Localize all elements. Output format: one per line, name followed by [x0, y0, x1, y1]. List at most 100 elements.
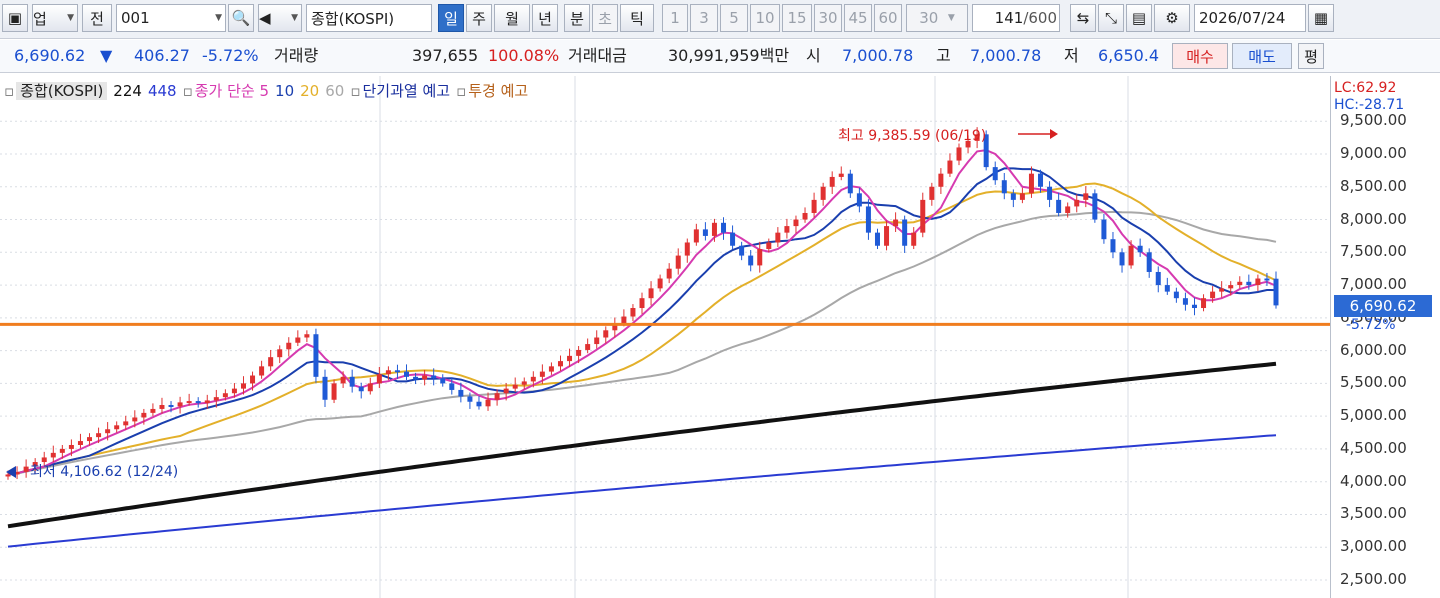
- legend-symbol: 종합(KOSPI): [16, 82, 108, 100]
- price-chart[interactable]: [0, 76, 1330, 598]
- interval-60[interactable]: 60: [874, 4, 902, 32]
- candle-body: [992, 167, 998, 181]
- candle-body: [440, 378, 446, 384]
- y-tick-label: 8,500.00: [1340, 176, 1407, 195]
- code-input[interactable]: 001: [116, 4, 226, 32]
- interval-30[interactable]: 30: [814, 4, 842, 32]
- legend-marker: ▫: [350, 82, 361, 100]
- candle-body: [1001, 180, 1007, 194]
- candle-body: [1137, 245, 1143, 253]
- compare-icon[interactable]: ⤡: [1098, 4, 1124, 32]
- candle-body: [1201, 298, 1207, 309]
- period-month[interactable]: 월: [494, 4, 530, 32]
- candle-body: [159, 405, 165, 409]
- candle-body: [114, 425, 120, 430]
- period-minute[interactable]: 분: [564, 4, 590, 32]
- calendar-icon[interactable]: ▦: [1308, 4, 1334, 32]
- candle-body: [630, 308, 636, 317]
- candle-body: [1255, 278, 1261, 286]
- candle-body: [802, 212, 808, 220]
- candle-body: [150, 408, 156, 413]
- candle-body: [1228, 285, 1234, 289]
- candle-body: [1210, 291, 1216, 299]
- candle-body: [784, 226, 790, 233]
- save-icon[interactable]: ▤: [1126, 4, 1152, 32]
- candle-body: [721, 222, 727, 233]
- candle-body: [856, 193, 862, 207]
- candle-body: [349, 376, 355, 387]
- count-select[interactable]: 30 ▼: [906, 4, 968, 32]
- toolbar: ▣ 업 전 001 🔍 ◀ 종합(KOSPI) 일 주 월 년 분 초 틱 1 …: [0, 0, 1440, 39]
- high-value: 7,000.78: [970, 46, 1042, 65]
- candle-body: [23, 466, 29, 472]
- interval-10[interactable]: 10: [750, 4, 780, 32]
- candle-body: [530, 376, 536, 382]
- chart-legend: ▫ 종합(KOSPI) 224 448 ▫ 종가 단순 5 10 20 60 ▫ 단기과열 예고 ▫ 투…: [0, 78, 534, 104]
- candle-body: [87, 437, 93, 442]
- period-year[interactable]: 년: [532, 4, 558, 32]
- bar-count-field[interactable]: 141/600: [972, 4, 1060, 32]
- buy-button[interactable]: 매수: [1172, 43, 1228, 69]
- volume-value: 397,655: [412, 46, 479, 65]
- change-value: 406.27: [134, 46, 190, 65]
- current-pct-label: -5.72%: [1346, 317, 1396, 333]
- period-tick[interactable]: 틱: [620, 4, 654, 32]
- amount-label: 거래대금: [568, 46, 627, 65]
- count-value: 30: [919, 9, 939, 27]
- candle-body: [195, 401, 201, 404]
- y-tick-label: 7,000.00: [1340, 275, 1407, 294]
- open-value: 7,000.78: [842, 46, 914, 65]
- candle-body: [68, 444, 74, 449]
- hc-label: HC:-28.71: [1334, 97, 1405, 113]
- legend-marker: ▫: [456, 82, 467, 100]
- interval-45[interactable]: 45: [844, 4, 872, 32]
- candle-body: [1019, 193, 1025, 200]
- prev-button[interactable]: 전: [82, 4, 112, 32]
- candle-body: [1191, 304, 1197, 309]
- candle-body: [231, 388, 237, 394]
- symbol-name: 종합(KOSPI): [311, 9, 395, 28]
- period-day[interactable]: 일: [438, 4, 464, 32]
- interval-3[interactable]: 3: [690, 4, 718, 32]
- interval-15[interactable]: 15: [782, 4, 812, 32]
- candle-body: [811, 199, 817, 213]
- candle-body: [911, 232, 917, 246]
- candle-body: [666, 268, 672, 279]
- change-arrow: ▼: [100, 46, 113, 65]
- date-input[interactable]: 2026/07/24: [1194, 4, 1306, 32]
- low-label: 저: [1064, 46, 1079, 65]
- period-week[interactable]: 주: [466, 4, 492, 32]
- candle-body: [567, 355, 573, 362]
- change-percent: -5.72%: [202, 46, 259, 65]
- interval-label: 15: [787, 9, 807, 27]
- candle-body: [340, 376, 346, 384]
- candle-body: [1173, 291, 1179, 299]
- candle-body: [431, 375, 437, 379]
- speaker-icon[interactable]: ◀: [258, 4, 302, 32]
- candle-body: [50, 452, 56, 458]
- sell-button[interactable]: 매도: [1232, 43, 1292, 69]
- interval-5[interactable]: 5: [720, 4, 748, 32]
- candle-body: [1110, 239, 1116, 253]
- search-icon[interactable]: 🔍: [228, 4, 254, 32]
- gear-icon[interactable]: ⚙: [1154, 4, 1190, 32]
- candle-body: [331, 383, 337, 400]
- date-value: 2026/07/24: [1199, 9, 1286, 27]
- candle-body: [1182, 298, 1188, 305]
- legend-ma10: 10: [275, 82, 295, 100]
- chart-tool-icon[interactable]: ⇆: [1070, 4, 1096, 32]
- layout-icon[interactable]: ▣: [2, 4, 28, 32]
- candle-body: [1119, 252, 1125, 266]
- eval-button[interactable]: 평: [1298, 43, 1324, 69]
- candle-body: [385, 370, 391, 375]
- legend-warning: 투경 예고: [468, 82, 529, 100]
- candle-body: [286, 342, 292, 350]
- candle-body: [820, 186, 826, 200]
- period-second[interactable]: 초: [592, 4, 618, 32]
- interval-1[interactable]: 1: [662, 4, 688, 32]
- legend-marker: ▫: [4, 82, 15, 100]
- period-year-label: 년: [538, 9, 552, 28]
- candle-body: [603, 330, 609, 338]
- candle-body: [222, 393, 228, 398]
- market-select[interactable]: 업: [32, 4, 78, 32]
